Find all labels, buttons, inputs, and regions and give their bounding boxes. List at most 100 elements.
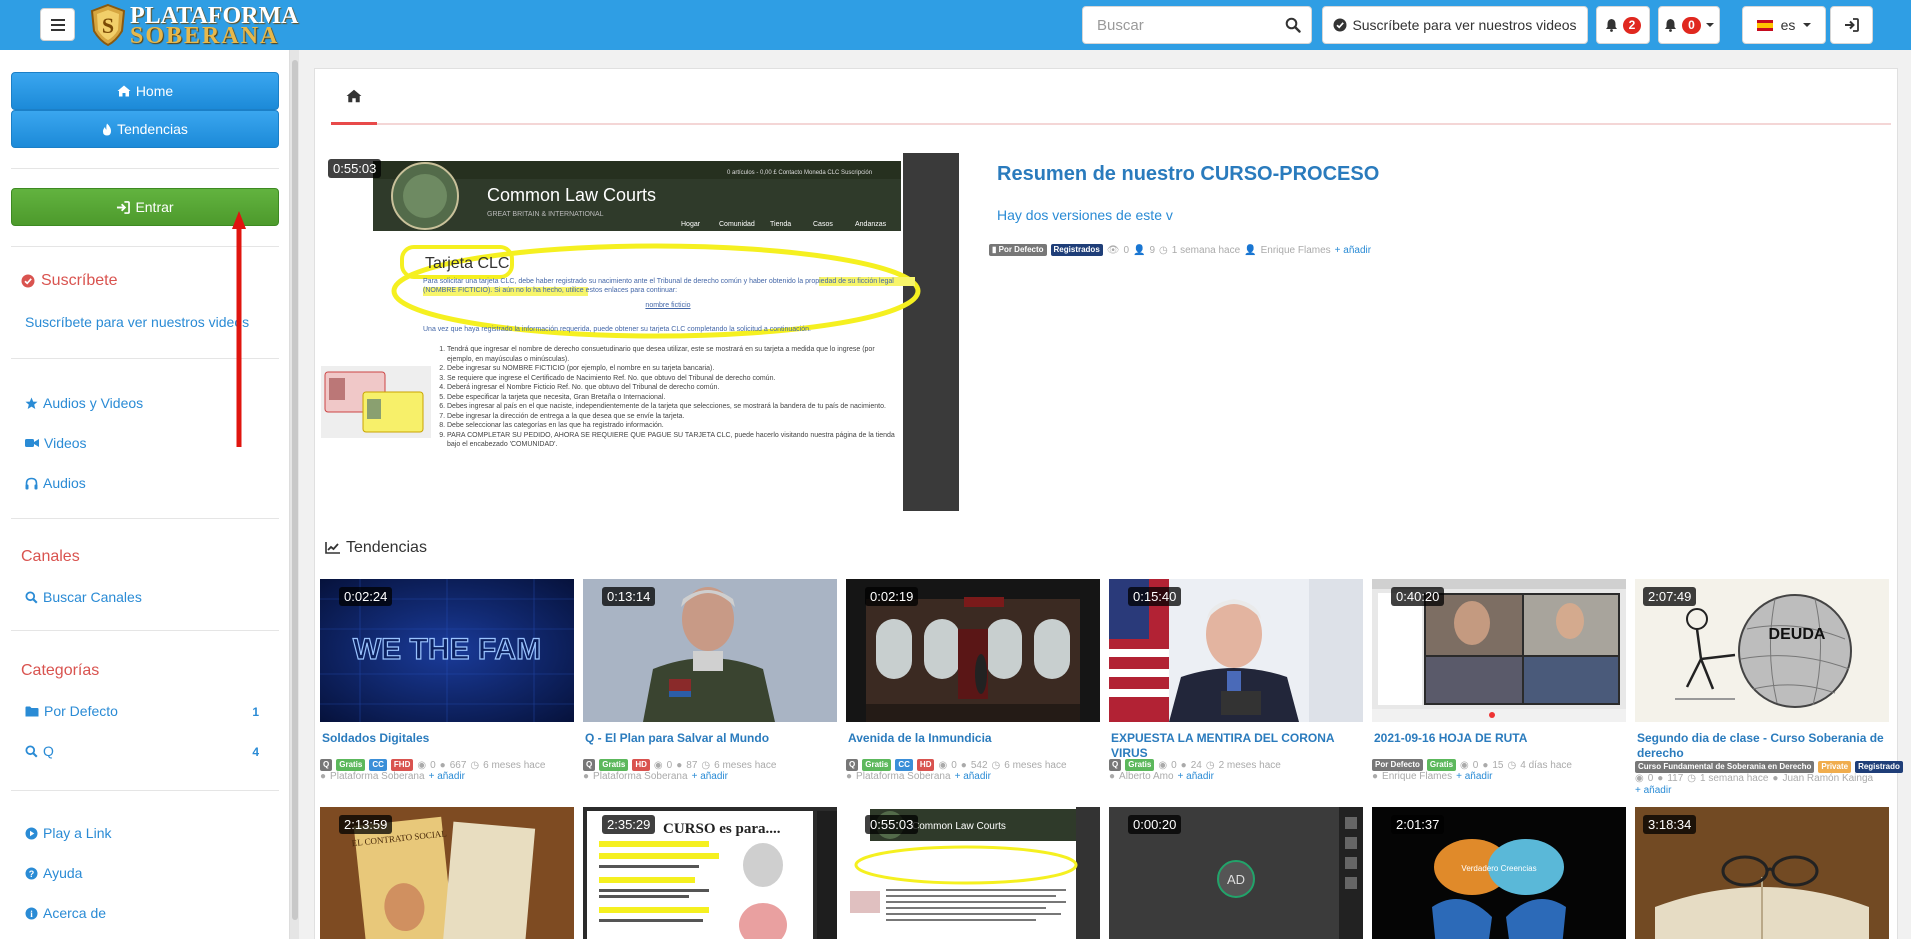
category-count: 1 bbox=[252, 705, 259, 719]
menu-toggle-button[interactable] bbox=[40, 8, 75, 41]
featured-video-thumbnail[interactable]: Common Law Courts GREAT BRITAIN & INTERN… bbox=[319, 153, 959, 511]
sidebar-home-button[interactable]: Home bbox=[11, 72, 279, 110]
sidebar-item-label: Acerca de bbox=[43, 905, 107, 921]
video-thumbnail[interactable]: 0:13:14 bbox=[583, 579, 837, 722]
video-thumbnail[interactable]: 3:18:34 bbox=[1635, 807, 1889, 939]
add-to-playlist-link[interactable]: + añadir bbox=[1456, 771, 1492, 782]
category-tag[interactable]: Q bbox=[320, 759, 333, 771]
notifications-button[interactable]: 2 bbox=[1596, 6, 1650, 44]
search-icon[interactable] bbox=[1285, 17, 1301, 33]
add-to-playlist-link[interactable]: + añadir bbox=[692, 771, 728, 782]
category-tag[interactable]: Q bbox=[583, 759, 596, 771]
search-input[interactable]: Buscar bbox=[1097, 17, 1144, 34]
search-box[interactable]: Buscar bbox=[1082, 6, 1312, 44]
add-to-playlist-link[interactable]: + añadir bbox=[429, 771, 465, 782]
category-tag[interactable]: Curso Fundamental de Soberania en Derech… bbox=[1635, 761, 1815, 773]
video-thumbnail[interactable]: Common Law Courts 0:55:03 bbox=[846, 807, 1100, 939]
alerts-dropdown[interactable]: 0 bbox=[1658, 6, 1720, 44]
video-title[interactable]: Avenida de la Inmundicia bbox=[848, 731, 1100, 746]
author-name[interactable]: Plataforma Soberana bbox=[856, 771, 951, 782]
language-selector[interactable]: es bbox=[1742, 6, 1826, 44]
category-tag[interactable]: ▮ Por Defecto bbox=[989, 244, 1047, 256]
category-tag[interactable]: Q bbox=[846, 759, 859, 771]
video-thumbnail[interactable]: AD 0:00:20 bbox=[1109, 807, 1363, 939]
search-icon bbox=[25, 590, 38, 604]
author-name[interactable]: Plataforma Soberana bbox=[330, 771, 425, 782]
sidebar-item-play-link[interactable]: Play a Link bbox=[25, 825, 111, 841]
author-name[interactable]: Plataforma Soberana bbox=[593, 771, 688, 782]
video-thumbnail[interactable]: 0:15:40 bbox=[1109, 579, 1363, 722]
clock-icon: ◷ bbox=[991, 759, 1001, 771]
video-title[interactable]: Soldados Digitales bbox=[322, 731, 574, 746]
chevron-down-icon bbox=[1705, 23, 1714, 27]
thumb-site-sub: GREAT BRITAIN & INTERNATIONAL bbox=[487, 211, 604, 218]
author-name[interactable]: Enrique Flames bbox=[1261, 245, 1331, 256]
sidebar-item-videos[interactable]: Videos bbox=[25, 435, 87, 451]
category-tag[interactable]: Por Defecto bbox=[1372, 759, 1423, 771]
video-title[interactable]: Segundo dia de clase - Curso Soberania d… bbox=[1637, 731, 1889, 761]
add-to-playlist-link[interactable]: + añadir bbox=[1335, 245, 1371, 256]
thumb-step: Debe seleccionar las categorías en las q… bbox=[447, 421, 901, 431]
duration-badge: 0:13:14 bbox=[602, 587, 656, 606]
author-name[interactable]: Alberto Amo bbox=[1119, 771, 1173, 782]
sidebar-item-about[interactable]: i Acerca de bbox=[25, 905, 106, 921]
tab-home[interactable] bbox=[331, 69, 377, 125]
sidebar-item-audios[interactable]: Audios bbox=[25, 475, 86, 491]
login-label: Entrar bbox=[135, 199, 174, 215]
thumb-nav-item: Andanzas bbox=[855, 221, 887, 228]
video-title[interactable]: EXPUESTA LA MENTIRA DEL CORONA VIRUS bbox=[1111, 731, 1363, 761]
thumb-text: AD bbox=[1227, 872, 1245, 887]
video-title[interactable]: 2021-09-16 HOJA DE RUTA bbox=[1374, 731, 1626, 746]
add-to-playlist-link[interactable]: + añadir bbox=[1178, 771, 1214, 782]
view-count: 15 bbox=[1492, 759, 1504, 771]
add-to-playlist-link[interactable]: + añadir bbox=[1635, 785, 1671, 796]
video-author-row: ● Enrique Flames + añadir bbox=[1372, 771, 1493, 782]
tag-label: Por Defecto bbox=[998, 245, 1044, 254]
play-circle-icon bbox=[25, 827, 38, 839]
author-name[interactable]: Juan Ramón Kainga bbox=[1782, 773, 1873, 784]
sidebar-item-help[interactable]: ? Ayuda bbox=[25, 865, 82, 881]
featured-video-title[interactable]: Resumen de nuestro CURSO-PROCESO bbox=[997, 163, 1379, 186]
video-thumbnail[interactable]: 0:40:20 bbox=[1372, 579, 1626, 722]
thumb-step: Deberá ingresar el Nombre Ficticio Ref. … bbox=[447, 383, 901, 393]
video-meta: Q Gratis CC FHD ◉ 0 ● 667 ◷ 6 meses hace bbox=[320, 759, 545, 771]
like-count: 0 bbox=[1647, 773, 1654, 784]
video-thumbnail[interactable]: DEUDA 2:07:49 bbox=[1635, 579, 1889, 722]
svg-text:S: S bbox=[102, 13, 114, 38]
add-label: añadir bbox=[1643, 785, 1672, 796]
author-name[interactable]: Enrique Flames bbox=[1382, 771, 1452, 782]
like-count: 0 bbox=[666, 759, 673, 771]
sidebar-scrollbar-thumb[interactable] bbox=[292, 60, 298, 920]
video-thumbnail[interactable]: WE THE FAM 0:02:24 bbox=[320, 579, 574, 722]
sidebar-category-default[interactable]: Por Defecto bbox=[25, 703, 118, 719]
time-ago: 4 días hace bbox=[1520, 759, 1572, 771]
video-thumbnail[interactable]: Verdadero Creencias 2:01:37 bbox=[1372, 807, 1626, 939]
fire-icon bbox=[103, 123, 112, 135]
video-thumbnail[interactable]: 0:02:19 bbox=[846, 579, 1100, 722]
like-icon: 👁 bbox=[1106, 244, 1120, 256]
sidebar-item-audios-videos[interactable]: Audios y Videos bbox=[25, 395, 143, 411]
sidebar-subscribe-link[interactable]: Suscríbete para ver nuestros videos bbox=[25, 314, 249, 330]
search-icon bbox=[25, 744, 38, 758]
site-logo[interactable]: S PLATAFORMA SOBERANA bbox=[88, 2, 298, 48]
check-circle-icon bbox=[21, 274, 35, 288]
video-thumbnail[interactable]: EL CONTRATO SOCIAL 2:13:59 bbox=[320, 807, 574, 939]
sidebar: Home Tendencias Entrar Suscríbete Suscrí… bbox=[0, 50, 290, 939]
video-author-row: ● Plataforma Soberana + añadir bbox=[320, 771, 465, 782]
subscribe-button[interactable]: Suscríbete para ver nuestros videos bbox=[1322, 6, 1588, 44]
tab-bar bbox=[331, 69, 1891, 125]
video-title[interactable]: Q - El Plan para Salvar al Mundo bbox=[585, 731, 837, 746]
featured-video-description[interactable]: Hay dos versiones de este v bbox=[997, 207, 1173, 223]
sidebar-item-label: Videos bbox=[44, 435, 87, 451]
eye-icon: ◉ bbox=[417, 759, 427, 771]
sidebar-item-search-channels[interactable]: Buscar Canales bbox=[25, 589, 142, 605]
category-tag[interactable]: Q bbox=[1109, 759, 1122, 771]
sidebar-category-q[interactable]: Q bbox=[25, 743, 54, 759]
user-icon: ● bbox=[1657, 773, 1664, 784]
video-thumbnail[interactable]: CURSO es para.... 2:35:29 bbox=[583, 807, 837, 939]
eye-icon: ◉ bbox=[1635, 773, 1644, 784]
sidebar-trending-button[interactable]: Tendencias bbox=[11, 110, 279, 148]
login-icon-button[interactable] bbox=[1830, 6, 1873, 44]
add-label: añadir bbox=[437, 771, 465, 782]
add-to-playlist-link[interactable]: + añadir bbox=[955, 771, 991, 782]
